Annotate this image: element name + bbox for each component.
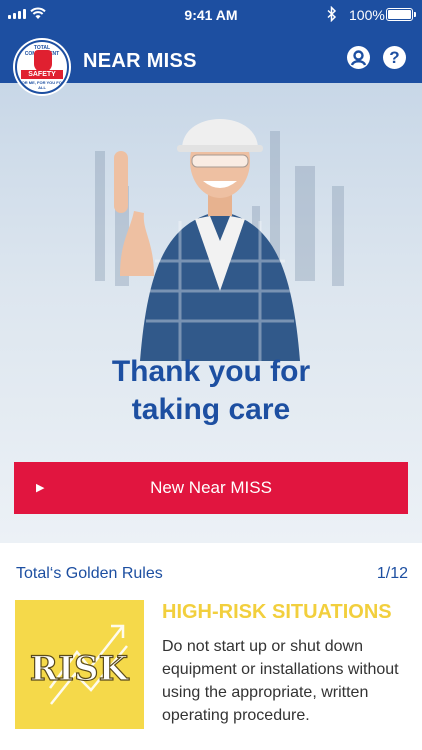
- battery-percentage: 100%: [349, 7, 385, 23]
- thank-you-heading: Thank you for taking care: [0, 353, 422, 429]
- hand-icon: [34, 50, 52, 72]
- risk-word-art: RISK: [30, 649, 130, 689]
- rule-title: HIGH-RISK SITUATIONS: [162, 601, 392, 623]
- profile-icon: [350, 50, 367, 66]
- hero-section: Thank you for taking care ▶ New Near MIS…: [0, 83, 422, 543]
- golden-rules-section: Total‘s Golden Rules 1/12 RISK HIGH-RISK…: [0, 543, 422, 750]
- new-near-miss-button[interactable]: ▶ New Near MISS: [14, 462, 408, 514]
- bluetooth-icon: [327, 6, 337, 22]
- battery-icon: [386, 8, 416, 21]
- risk-illustration[interactable]: RISK: [15, 600, 144, 729]
- safety-commitment-logo: TOTAL COMMITMENT SAFETY FOR ME, FOR YOU …: [15, 40, 69, 94]
- thank-you-line-1: Thank you for: [111, 355, 311, 388]
- logo-band-text: SAFETY: [21, 70, 63, 79]
- new-near-miss-label: New Near MISS: [150, 478, 272, 497]
- page-title: NEAR MISS: [83, 50, 197, 72]
- profile-button[interactable]: [347, 46, 370, 69]
- worker-thumbs-up-illustration: [95, 119, 344, 361]
- golden-rules-heading: Total‘s Golden Rules: [16, 565, 163, 582]
- logo-bottom-text: FOR ME, FOR YOU FOR ALL: [19, 80, 65, 90]
- rule-description: Do not start up or shut down equipment o…: [162, 638, 399, 724]
- status-bar: 9:41 AM 100%: [0, 0, 422, 30]
- play-arrow-icon: ▶: [36, 482, 45, 494]
- help-button[interactable]: ?: [383, 46, 406, 69]
- app-header: 9:41 AM 100% TOTAL COMMITMENT SAFETY FOR…: [0, 0, 422, 94]
- help-icon: ?: [389, 48, 400, 67]
- golden-rules-counter: 1/12: [376, 565, 408, 582]
- thank-you-line-2: taking care: [131, 393, 291, 426]
